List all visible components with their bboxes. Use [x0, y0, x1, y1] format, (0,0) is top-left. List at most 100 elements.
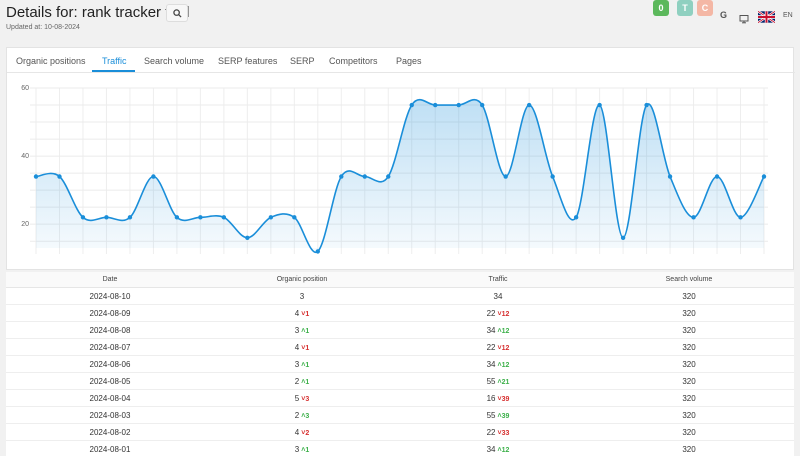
traffic-cell: 55 ˄39	[398, 411, 598, 420]
header-search-volume: Search volume	[665, 276, 713, 283]
traffic-data-point	[714, 174, 720, 179]
volume-value: 320	[682, 411, 696, 420]
position-value: 2	[294, 377, 300, 386]
date-cell: 2024-08-03	[6, 411, 214, 420]
language-selector[interactable]: EN	[783, 12, 793, 19]
position-value: 5	[294, 394, 300, 403]
google-icon[interactable]: G	[720, 10, 727, 20]
position-change: ˅1	[301, 311, 309, 318]
tab-organic-positions[interactable]: Organic positions	[16, 56, 86, 66]
organic-position-cell: 4 ˅1	[202, 309, 402, 318]
traffic-data-point	[221, 215, 227, 220]
volume-value: 320	[682, 326, 696, 335]
position-change: ˄1	[301, 362, 309, 369]
position-value: 2	[294, 411, 300, 420]
traffic-value: 22	[486, 309, 496, 318]
date-cell: 2024-08-09	[6, 309, 214, 318]
date-value: 2024-08-10	[89, 292, 131, 301]
date-value: 2024-08-05	[89, 377, 131, 386]
tab-serp[interactable]: SERP	[290, 56, 315, 66]
table-row[interactable]: 2024-08-02 4 ˅2 22 ˅33 320	[6, 424, 794, 441]
page-header: Details for: rank tracker tool Updated a…	[0, 0, 800, 44]
organic-position-cell: 3 ˄1	[202, 360, 402, 369]
traffic-data-point	[409, 102, 414, 108]
date-cell: 2024-08-08	[6, 326, 214, 335]
search-volume-cell: 320	[589, 343, 789, 352]
search-volume-cell: 320	[589, 309, 789, 318]
traffic-value: 16	[486, 394, 496, 403]
position-value: 3	[299, 292, 305, 301]
organic-position-cell: 4 ˅1	[202, 343, 402, 352]
traffic-data-point	[57, 174, 62, 179]
traffic-value: 22	[486, 343, 496, 352]
traffic-cell: 34 ˄12	[398, 445, 598, 454]
date-value: 2024-08-07	[89, 343, 131, 352]
traffic-change: ˄21	[498, 379, 510, 386]
organic-position-cell: 2 ˄1	[202, 377, 402, 386]
change-value: 1	[305, 328, 310, 335]
table-row[interactable]: 2024-08-07 4 ˅1 22 ˅12 320	[6, 339, 794, 356]
volume-value: 320	[682, 292, 696, 301]
active-tab-indicator	[92, 70, 135, 72]
organic-position-cell: 3	[202, 292, 402, 301]
position-change: ˄1	[301, 328, 309, 335]
date-cell: 2024-08-10	[6, 292, 214, 301]
table-row[interactable]: 2024-08-09 4 ˅1 22 ˅12 320	[6, 305, 794, 322]
date-cell: 2024-08-06	[6, 360, 214, 369]
volume-value: 320	[682, 377, 696, 386]
tab-search-volume[interactable]: Search volume	[144, 56, 204, 66]
traffic-data-point	[362, 174, 367, 179]
table-row[interactable]: 2024-08-03 2 ˄3 55 ˄39 320	[6, 407, 794, 424]
table-row[interactable]: 2024-08-01 3 ˄1 34 ˄12 320	[6, 441, 794, 456]
change-value: 1	[305, 447, 310, 454]
table-row[interactable]: 2024-08-06 3 ˄1 34 ˄12 320	[6, 356, 794, 373]
y-tick-label: 20	[21, 221, 29, 228]
tab-pages[interactable]: Pages	[396, 56, 422, 66]
change-value: 1	[305, 345, 310, 352]
traffic-data-point	[526, 102, 532, 108]
tab-bar: Organic positions Traffic Search volume …	[7, 48, 795, 73]
date-cell: 2024-08-04	[6, 394, 214, 403]
traffic-data-point	[550, 174, 555, 179]
traffic-data-point	[80, 215, 86, 220]
uk-flag-icon[interactable]	[757, 10, 776, 28]
table-row[interactable]: 2024-08-04 5 ˅3 16 ˅39 320	[6, 390, 794, 407]
date-cell: 2024-08-07	[6, 343, 214, 352]
traffic-data-point	[456, 102, 461, 108]
traffic-cell: 22 ˅12	[398, 343, 598, 352]
traffic-cell: 34	[398, 292, 598, 301]
table-row[interactable]: 2024-08-05 2 ˄1 55 ˄21 320	[6, 373, 794, 390]
table-header: Date Organic position Traffic Search vol…	[6, 272, 794, 288]
search-volume-cell: 320	[589, 445, 789, 454]
change-value: 33	[501, 430, 510, 437]
traffic-data-point	[292, 215, 297, 220]
traffic-data-point	[198, 215, 203, 220]
search-volume-cell: 320	[589, 326, 789, 335]
organic-position-cell: 3 ˄1	[202, 445, 402, 454]
table-row[interactable]: 2024-08-10 3 34 320	[6, 288, 794, 305]
position-value: 3	[294, 445, 300, 454]
traffic-value: 55	[486, 411, 496, 420]
traffic-data-point	[573, 215, 579, 220]
traffic-data-point	[691, 215, 696, 220]
search-volume-cell: 320	[589, 377, 789, 386]
volume-value: 320	[682, 309, 696, 318]
traffic-area-fill	[36, 99, 764, 253]
search-volume-cell: 320	[589, 292, 789, 301]
traffic-data-point	[644, 102, 649, 108]
desktop-icon[interactable]	[739, 11, 749, 29]
traffic-cell: 22 ˅33	[398, 428, 598, 437]
date-cell: 2024-08-01	[6, 445, 214, 454]
tab-competitors[interactable]: Competitors	[329, 56, 378, 66]
tab-traffic[interactable]: Traffic	[102, 56, 127, 66]
traffic-cell: 16 ˅39	[398, 394, 598, 403]
volume-value: 320	[682, 360, 696, 369]
table-row[interactable]: 2024-08-08 3 ˄1 34 ˄12 320	[6, 322, 794, 339]
organic-position-cell: 4 ˅2	[202, 428, 402, 437]
change-value: 12	[501, 362, 510, 369]
traffic-change: ˅33	[498, 430, 510, 437]
change-value: 1	[305, 311, 310, 318]
traffic-data-point	[104, 215, 109, 220]
tab-serp-features[interactable]: SERP features	[218, 56, 277, 66]
change-value: 3	[305, 396, 310, 403]
